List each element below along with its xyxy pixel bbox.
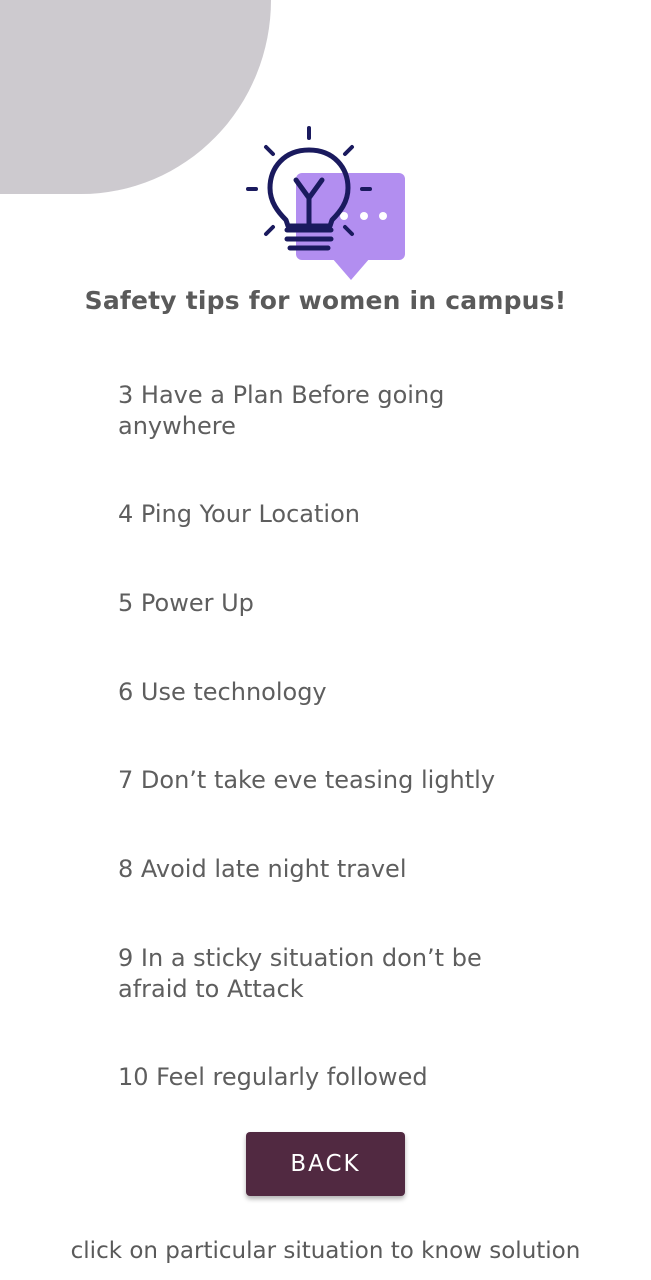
corner-decoration [0, 0, 271, 194]
tip-item-4[interactable]: 4 Ping Your Location [118, 499, 538, 530]
tip-item-8[interactable]: 8 Avoid late night travel [118, 854, 538, 885]
tip-item-7[interactable]: 7 Don’t take eve teasing lightly [118, 765, 538, 796]
tip-item-9[interactable]: 9 In a sticky situation don’t be afraid … [118, 943, 538, 1005]
page-title: Safety tips for women in campus! [84, 286, 567, 315]
back-button[interactable]: BACK [246, 1132, 405, 1196]
tip-item-6[interactable]: 6 Use technology [118, 677, 538, 708]
tip-item-5[interactable]: 5 Power Up [118, 588, 538, 619]
footer-hint: click on particular situation to know so… [70, 1238, 581, 1264]
tip-item-3[interactable]: 3 Have a Plan Before going anywhere [118, 380, 538, 442]
tip-item-10[interactable]: 10 Feel regularly followed [118, 1062, 538, 1093]
lightbulb-chat-icon [240, 122, 410, 284]
